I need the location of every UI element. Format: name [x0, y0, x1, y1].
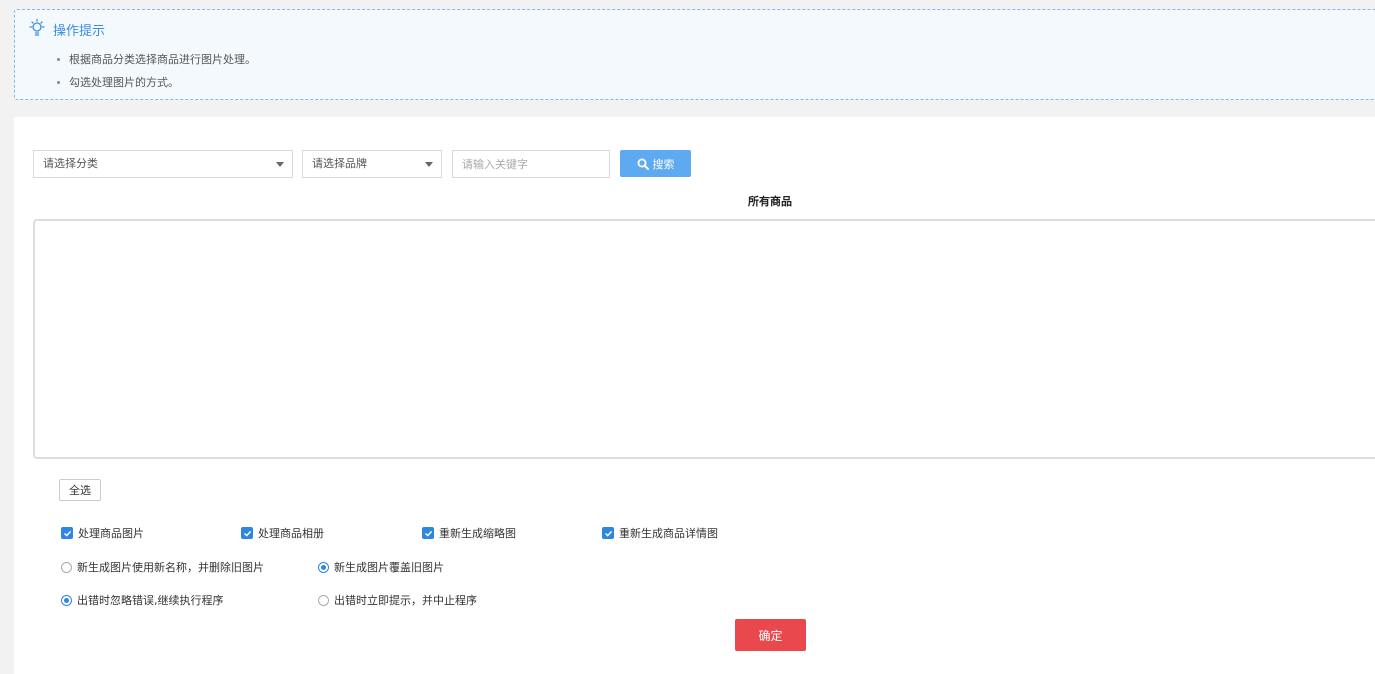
search-icon [637, 158, 649, 170]
checkbox-checked-icon [602, 527, 614, 539]
overwrite-old-radio[interactable]: 新生成图片覆盖旧图片 [318, 559, 444, 575]
tip-text: 勾选处理图片的方式。 [69, 76, 179, 89]
operation-tips-box: 操作提示 根据商品分类选择商品进行图片处理。 勾选处理图片的方式。 [14, 9, 1375, 100]
search-button-label: 搜索 [652, 157, 675, 171]
category-select[interactable]: 请选择分类 [33, 150, 293, 178]
stop-on-error-radio[interactable]: 出错时立即提示，并中止程序 [318, 592, 477, 608]
process-goods-image-checkbox[interactable]: 处理商品图片 [61, 525, 144, 541]
brand-select[interactable]: 请选择品牌 [302, 150, 442, 178]
radio-unselected-icon [318, 594, 329, 606]
bullet-icon [57, 57, 60, 61]
checkbox-label: 处理商品相册 [258, 527, 324, 540]
checkbox-label: 重新生成缩略图 [439, 527, 516, 540]
brand-select-value: 请选择品牌 [312, 157, 367, 170]
keyword-input[interactable] [452, 150, 610, 178]
checkbox-checked-icon [61, 527, 73, 539]
caret-down-icon [276, 162, 284, 167]
lightbulb-icon [27, 18, 47, 41]
radio-unselected-icon [61, 561, 72, 573]
radio-selected-icon [61, 594, 72, 606]
category-select-value: 请选择分类 [43, 157, 98, 170]
rename-delete-old-radio[interactable]: 新生成图片使用新名称，并删除旧图片 [61, 559, 264, 575]
radio-label: 出错时立即提示，并中止程序 [334, 594, 477, 607]
confirm-button[interactable]: 确定 [735, 619, 806, 651]
tip-item: 根据商品分类选择商品进行图片处理。 [57, 51, 256, 67]
tip-text: 根据商品分类选择商品进行图片处理。 [69, 53, 256, 66]
bullet-icon [57, 80, 60, 84]
regenerate-thumbnail-checkbox[interactable]: 重新生成缩略图 [422, 525, 516, 541]
tip-item: 勾选处理图片的方式。 [57, 74, 179, 90]
checkbox-label: 重新生成商品详情图 [619, 527, 718, 540]
checkbox-checked-icon [422, 527, 434, 539]
regenerate-detail-image-checkbox[interactable]: 重新生成商品详情图 [602, 525, 718, 541]
caret-down-icon [425, 162, 433, 167]
ignore-errors-radio[interactable]: 出错时忽略错误,继续执行程序 [61, 592, 224, 608]
radio-label: 新生成图片使用新名称，并删除旧图片 [77, 561, 264, 574]
select-all-button[interactable]: 全选 [59, 479, 101, 501]
process-goods-album-checkbox[interactable]: 处理商品相册 [241, 525, 324, 541]
search-button[interactable]: 搜索 [620, 150, 691, 177]
tips-title: 操作提示 [53, 23, 106, 39]
radio-label: 新生成图片覆盖旧图片 [334, 561, 444, 574]
checkbox-label: 处理商品图片 [78, 527, 144, 540]
main-panel: 请选择分类 请选择品牌 搜索 所有商品 全选 处理商品图片 处理商品相册 重新生… [14, 117, 1375, 674]
checkbox-checked-icon [241, 527, 253, 539]
goods-list-title: 所有商品 [748, 195, 792, 208]
radio-label: 出错时忽略错误,继续执行程序 [77, 594, 224, 607]
tips-header: 操作提示 [27, 18, 106, 41]
radio-selected-icon [318, 561, 329, 573]
goods-list[interactable] [33, 219, 1375, 459]
